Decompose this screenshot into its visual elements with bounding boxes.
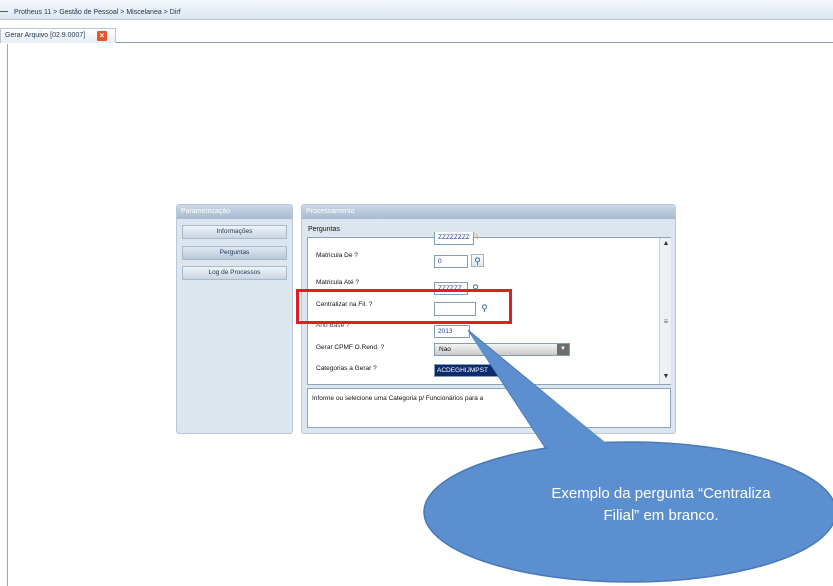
callout-line-1: Exemplo da pergunta “Centraliza [551,485,771,502]
callout-text: Exemplo da pergunta “Centraliza Filial” … [480,483,833,527]
callout-joint [470,334,640,474]
callout-line-2: Filial” em branco. [603,507,719,524]
